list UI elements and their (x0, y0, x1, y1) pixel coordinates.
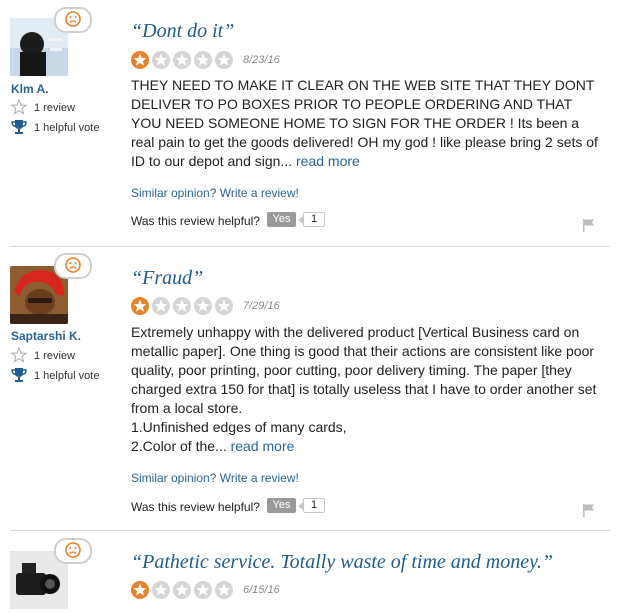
flag-icon[interactable] (582, 503, 596, 517)
review-text: 1.Unfinished edges of many cards, (131, 419, 347, 435)
review-card: Klm A. 1 review 1 helpful vote “Dont do … (0, 0, 636, 246)
frowning-face-icon (54, 7, 92, 33)
frowning-face-icon (54, 538, 92, 564)
review-card: Saptarshi K. 1 review 1 helpful vote “Fr… (0, 247, 636, 530)
review-date: 8/23/16 (243, 54, 280, 66)
star-filled-icon (131, 297, 149, 315)
star-filled-icon (131, 581, 149, 599)
helpful-count: 1 (298, 212, 325, 227)
frowning-face-icon (54, 253, 92, 279)
review-text: 2.Color of the... (131, 438, 227, 454)
star-empty-icon (152, 51, 170, 69)
star-empty-icon (173, 297, 191, 315)
review-title[interactable]: “Fraud” (131, 267, 203, 290)
star-empty-icon (215, 297, 233, 315)
helpful-question: Was this review helpful? (131, 500, 260, 514)
review-title[interactable]: “Dont do it” (131, 20, 234, 43)
helpful-count: 1 (298, 498, 325, 513)
review-card: “Pathetic service. Totally waste of time… (0, 531, 636, 613)
star-filled-icon (131, 51, 149, 69)
star-empty-icon (194, 51, 212, 69)
yes-button[interactable]: Yes (267, 498, 296, 513)
review-body: THEY NEED TO MAKE IT CLEAR ON THE WEB SI… (131, 76, 601, 171)
star-empty-icon (194, 297, 212, 315)
star-empty-icon (194, 581, 212, 599)
star-empty-icon (152, 297, 170, 315)
username[interactable]: Klm A. (11, 82, 49, 96)
flag-icon[interactable] (582, 218, 596, 232)
review-text: Extremely unhappy with the delivered pro… (131, 324, 597, 416)
write-review-link[interactable]: Similar opinion? Write a review! (131, 186, 299, 200)
trophy-icon (11, 120, 27, 134)
write-review-link[interactable]: Similar opinion? Write a review! (131, 471, 299, 485)
helpful-question: Was this review helpful? (131, 214, 260, 228)
review-date: 6/15/16 (243, 584, 280, 596)
star-outline-icon (11, 347, 27, 363)
trophy-icon (11, 368, 27, 382)
username[interactable]: Saptarshi K. (11, 329, 81, 343)
star-empty-icon (215, 51, 233, 69)
star-empty-icon (173, 581, 191, 599)
yes-button[interactable]: Yes (267, 212, 296, 227)
star-outline-icon (11, 99, 27, 115)
star-empty-icon (152, 581, 170, 599)
review-date: 7/29/16 (243, 300, 280, 312)
review-body: Extremely unhappy with the delivered pro… (131, 323, 601, 456)
star-empty-icon (173, 51, 191, 69)
review-text: THEY NEED TO MAKE IT CLEAR ON THE WEB SI… (131, 77, 598, 169)
read-more-link[interactable]: read more (231, 438, 295, 454)
review-title[interactable]: “Pathetic service. Totally waste of time… (131, 551, 553, 574)
star-empty-icon (215, 581, 233, 599)
read-more-link[interactable]: read more (296, 153, 360, 169)
